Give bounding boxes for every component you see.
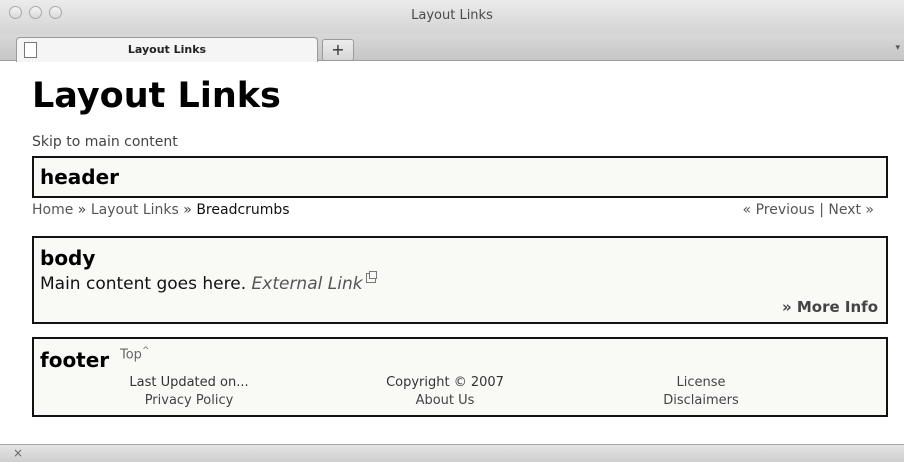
pager-separator: |	[819, 202, 824, 218]
breadcrumb-home-link[interactable]: Home	[32, 202, 73, 218]
external-link-label: External Link	[251, 274, 363, 294]
tab-menu-icon[interactable]: ▾	[895, 43, 900, 53]
footer-column-2: Copyright © 2007 About Us	[380, 374, 510, 410]
footer-column-1: Last Updated on... Privacy Policy	[124, 374, 254, 410]
close-icon[interactable]: ×	[13, 446, 23, 460]
last-updated-text: Last Updated on...	[129, 375, 249, 390]
main-content-text: Main content goes here.	[40, 274, 247, 294]
footer-column-3: License Disclaimers	[646, 374, 756, 410]
new-tab-button[interactable]: +	[322, 39, 354, 61]
tab-strip: Layout Links + ▾	[0, 34, 904, 62]
breadcrumb: Home » Layout Links » Breadcrumbs	[32, 202, 290, 218]
privacy-policy-link[interactable]: Privacy Policy	[124, 392, 254, 410]
breadcrumb-separator: »	[77, 202, 87, 218]
window-title: Layout Links	[411, 8, 493, 23]
more-info-link[interactable]: » More Info	[782, 298, 878, 316]
license-link[interactable]: License	[646, 374, 756, 392]
status-bar: ×	[0, 444, 904, 462]
header-region: header	[32, 156, 888, 198]
top-link[interactable]: Top^	[120, 346, 149, 362]
about-us-link[interactable]: About Us	[380, 392, 510, 410]
copyright-text: Copyright © 2007	[386, 375, 504, 390]
page-title: Layout Links	[32, 76, 281, 116]
disclaimers-link[interactable]: Disclaimers	[646, 392, 756, 410]
header-label: header	[40, 165, 120, 189]
external-link[interactable]: External Link	[251, 271, 377, 294]
external-link-icon	[365, 271, 377, 283]
next-link[interactable]: Next »	[828, 202, 874, 218]
breadcrumb-section-link[interactable]: Layout Links	[91, 202, 179, 218]
top-link-label: Top	[120, 347, 142, 363]
pager: « Previous | Next »	[743, 202, 874, 218]
breadcrumb-separator: »	[183, 202, 192, 218]
body-region: body Main content goes here. External Li…	[32, 236, 888, 324]
footer-label: footer	[40, 348, 110, 372]
main-content: Main content goes here. External Link	[40, 271, 377, 294]
tab-layout-links[interactable]: Layout Links	[16, 37, 318, 62]
body-label: body	[40, 246, 96, 270]
top-marker: ^	[141, 346, 150, 356]
previous-link[interactable]: « Previous	[743, 202, 815, 218]
tab-label: Layout Links	[127, 43, 207, 56]
breadcrumb-current: Breadcrumbs	[196, 202, 290, 218]
title-bar: Layout Links	[0, 0, 904, 34]
skip-to-main-link[interactable]: Skip to main content	[32, 134, 178, 150]
footer-region: footer Top^ Last Updated on... Privacy P…	[32, 337, 888, 417]
